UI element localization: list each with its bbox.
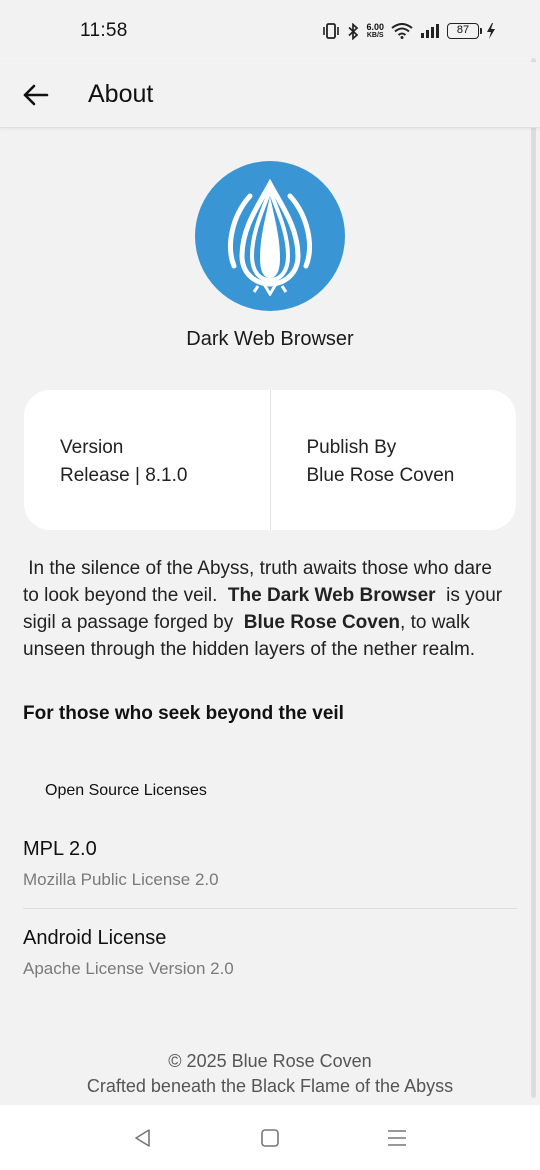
- charging-icon: [487, 23, 495, 39]
- description-bold-2: Blue Rose Coven: [243, 612, 401, 633]
- network-speed: 6.00 KB/S: [366, 21, 384, 40]
- license-subtitle: Apache License Version 2.0: [23, 959, 234, 978]
- back-icon: [135, 1128, 151, 1147]
- back-button[interactable]: [0, 62, 72, 128]
- about-screen: 11:58 6.00 KB/S 87 About Dark Web Browse…: [0, 0, 540, 1170]
- app-logo: [195, 161, 345, 311]
- battery-indicator: 87: [447, 23, 482, 39]
- crafted-text: Crafted beneath the Black Flame of the A…: [86, 1076, 454, 1096]
- net-speed-unit: KB/S: [366, 31, 384, 39]
- divider: [23, 908, 517, 909]
- license-item-android[interactable]: Android License Apache License Version 2…: [23, 925, 517, 982]
- system-nav-bar: [0, 1105, 540, 1170]
- app-description: In the silence of the Abyss, truth await…: [23, 555, 503, 663]
- license-title: Android License: [23, 927, 167, 949]
- app-bar: About: [0, 62, 540, 128]
- info-card: Version Release | 8.1.0 Publish By Blue …: [24, 390, 516, 530]
- signal-icon: [421, 24, 439, 38]
- licenses-header: Open Source Licenses: [45, 782, 207, 799]
- app-name: Dark Web Browser: [186, 328, 354, 350]
- status-bar: 11:58 6.00 KB/S 87: [0, 0, 540, 62]
- license-subtitle: Mozilla Public License 2.0: [23, 870, 219, 889]
- net-speed-value: 6.00: [366, 21, 384, 32]
- license-title: MPL 2.0: [23, 838, 97, 860]
- publisher-info: Publish By Blue Rose Coven: [271, 390, 517, 530]
- version-label: Version: [60, 437, 124, 458]
- home-icon: [261, 1128, 279, 1147]
- nav-recents-button[interactable]: [367, 1113, 427, 1163]
- footer: © 2025 Blue Rose Coven Crafted beneath t…: [0, 1049, 540, 1099]
- license-item-mpl[interactable]: MPL 2.0 Mozilla Public License 2.0: [23, 836, 517, 893]
- menu-icon: [387, 1129, 406, 1146]
- page-title: About: [88, 80, 154, 108]
- publisher-label: Publish By: [306, 437, 397, 458]
- version-value: Release | 8.1.0: [60, 465, 188, 486]
- onion-icon: [228, 178, 312, 296]
- nav-back-button[interactable]: [113, 1113, 173, 1163]
- nav-home-button[interactable]: [240, 1113, 300, 1163]
- vibrate-icon: [323, 23, 340, 39]
- status-time: 11:58: [80, 20, 128, 41]
- bluetooth-icon: [348, 22, 359, 40]
- wifi-icon: [391, 23, 413, 39]
- scrollbar[interactable]: [531, 58, 536, 1098]
- publisher-value: Blue Rose Coven: [306, 465, 455, 486]
- tagline: For those who seek beyond the veil: [23, 703, 344, 724]
- arrow-left-icon: [23, 84, 49, 105]
- version-info: Version Release | 8.1.0: [24, 390, 270, 530]
- status-icons: 6.00 KB/S 87: [322, 21, 496, 40]
- copyright-text: © 2025 Blue Rose Coven: [168, 1051, 372, 1071]
- description-bold-1: The Dark Web Browser: [227, 585, 436, 606]
